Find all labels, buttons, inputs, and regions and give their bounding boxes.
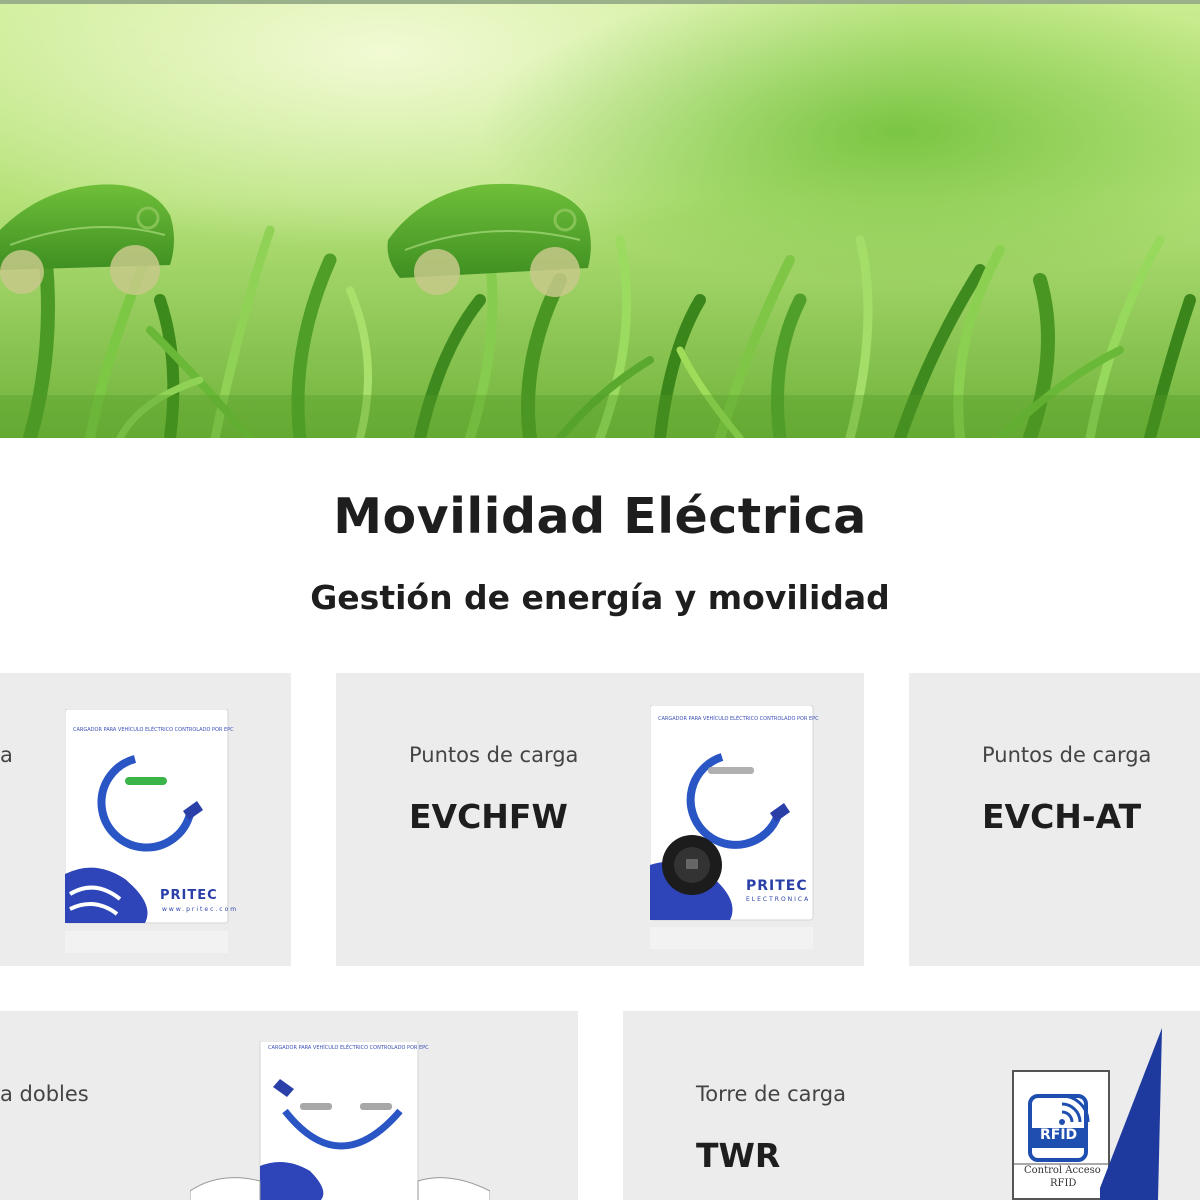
charger-header-text: CARGADOR PARA VEHÍCULO ELÉCTRICO CONTROL…	[268, 1045, 429, 1051]
rfid-caption: Control Acceso	[1024, 1165, 1101, 1176]
rfid-badge: RFID	[1040, 1127, 1078, 1143]
brand-logo: PRITEC	[746, 878, 808, 894]
hero-banner	[0, 0, 1200, 438]
charger-image	[65, 709, 230, 959]
charger-header-text: CARGADOR PARA VEHÍCULO ELÉCTRICO CONTROL…	[658, 716, 819, 722]
product-model: TWR	[696, 1136, 781, 1175]
product-category: Puntos de carga	[982, 743, 1152, 767]
double-charger-image	[190, 1041, 490, 1200]
section-title: Movilidad Eléctrica	[333, 488, 867, 545]
product-card[interactable]: Puntos de carga EVCHFW CARGADOR PARA VEH…	[336, 673, 864, 966]
product-category: Puntos de carga	[409, 743, 579, 767]
section-subtitle: Gestión de energía y movilidad	[310, 578, 890, 617]
rfid-caption-sub: RFID	[1050, 1178, 1077, 1189]
brand-subtitle: ELECTRONICA	[746, 896, 811, 903]
charger-header-text: CARGADOR PARA VEHÍCULO ELÉCTRICO CONTROL…	[73, 727, 234, 733]
charger-image	[650, 705, 815, 955]
product-model: EVCH-AT	[982, 797, 1142, 836]
product-card[interactable]: a CARGADOR PARA VEHÍCULO ELÉCTRICO CONTR…	[0, 673, 291, 966]
tower-flag-shape	[1100, 1028, 1162, 1200]
product-card[interactable]: a dobles CARGADOR PARA VEHÍCULO ELÉCTRIC…	[0, 1011, 578, 1200]
product-category: a dobles	[0, 1082, 89, 1106]
product-category: a	[0, 743, 13, 767]
product-model: EVCHFW	[409, 797, 568, 836]
brand-logo: PRITEC	[160, 888, 218, 903]
brand-url: www.pritec.com	[162, 906, 239, 913]
product-card[interactable]: Puntos de carga EVCH-AT	[909, 673, 1200, 966]
hero-image	[0, 0, 1200, 438]
product-category: Torre de carga	[696, 1082, 846, 1106]
